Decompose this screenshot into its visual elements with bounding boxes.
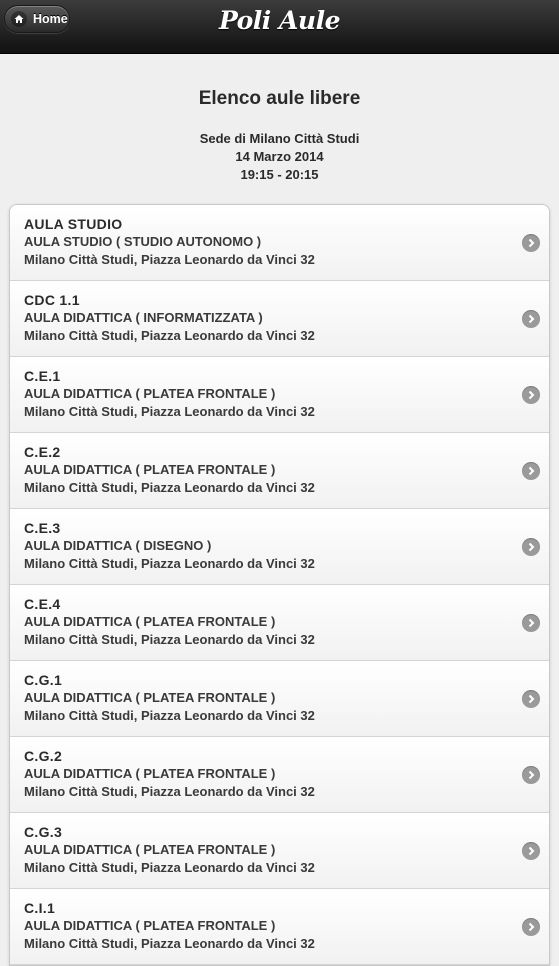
room-address: Milano Città Studi, Piazza Leonardo da V… (24, 328, 315, 343)
room-name: C.E.3 (24, 520, 61, 536)
room-address: Milano Città Studi, Piazza Leonardo da V… (24, 784, 315, 799)
room-list-item[interactable]: AULA STUDIO AULA STUDIO ( STUDIO AUTONOMO… (10, 205, 549, 281)
room-list-item[interactable]: C.E.2 AULA DIDATTICA ( PLATEA FRONTALE ) M… (10, 433, 549, 509)
page-title: Elenco aule libere (198, 88, 361, 109)
room-name: C.E.1 (24, 368, 61, 384)
chevron-right-icon (522, 614, 540, 632)
room-name: C.E.2 (24, 444, 61, 460)
room-address: Milano Città Studi, Piazza Leonardo da V… (24, 480, 315, 495)
room-list-item[interactable]: C.I.1 AULA DIDATTICA ( PLATEA FRONTALE ) M… (10, 889, 549, 965)
room-list-item[interactable]: C.G.3 AULA DIDATTICA ( PLATEA FRONTALE ) M… (10, 813, 549, 889)
chevron-right-icon (522, 462, 540, 480)
room-name: C.G.2 (24, 748, 63, 764)
room-type: AULA DIDATTICA ( PLATEA FRONTALE ) (24, 842, 276, 857)
date-label: 14 Marzo 2014 (235, 149, 324, 164)
room-list-item[interactable]: C.E.4 AULA DIDATTICA ( PLATEA FRONTALE ) M… (10, 585, 549, 661)
room-type: AULA DIDATTICA ( PLATEA FRONTALE ) (24, 614, 276, 629)
room-type: AULA DIDATTICA ( INFORMATIZZATA ) (24, 310, 263, 325)
room-address: Milano Città Studi, Piazza Leonardo da V… (24, 556, 315, 571)
room-type: AULA DIDATTICA ( DISEGNO ) (24, 538, 212, 553)
room-type: AULA DIDATTICA ( PLATEA FRONTALE ) (24, 766, 276, 781)
app-title: Poli Aule (219, 6, 340, 35)
chevron-right-icon (522, 310, 540, 328)
room-address: Milano Città Studi, Piazza Leonardo da V… (24, 632, 315, 647)
room-list-item[interactable]: CDC 1.1 AULA DIDATTICA ( INFORMATIZZATA )… (10, 281, 549, 357)
room-name: C.I.1 (24, 900, 56, 916)
time-range-label: 19:15 - 20:15 (240, 167, 319, 182)
chevron-right-icon (522, 538, 540, 556)
room-list-item[interactable]: C.E.1 AULA DIDATTICA ( PLATEA FRONTALE ) M… (10, 357, 549, 433)
chevron-right-icon (522, 766, 540, 784)
room-list-item[interactable]: C.G.2 AULA DIDATTICA ( PLATEA FRONTALE ) M… (10, 737, 549, 813)
room-name: C.G.1 (24, 672, 63, 688)
room-name: AULA STUDIO (24, 216, 123, 232)
room-list: AULA STUDIO AULA STUDIO ( STUDIO AUTONOMO… (9, 204, 550, 966)
chevron-right-icon (522, 690, 540, 708)
room-type: AULA DIDATTICA ( PLATEA FRONTALE ) (24, 386, 276, 401)
chevron-right-icon (522, 842, 540, 860)
room-address: Milano Città Studi, Piazza Leonardo da V… (24, 708, 315, 723)
room-address: Milano Città Studi, Piazza Leonardo da V… (24, 936, 315, 951)
chevron-right-icon (522, 234, 540, 252)
room-type: AULA DIDATTICA ( PLATEA FRONTALE ) (24, 462, 276, 477)
room-name: CDC 1.1 (24, 292, 80, 308)
room-type: AULA DIDATTICA ( PLATEA FRONTALE ) (24, 690, 276, 705)
room-address: Milano Città Studi, Piazza Leonardo da V… (24, 860, 315, 875)
room-name: C.E.4 (24, 596, 61, 612)
room-list-item[interactable]: C.G.1 AULA DIDATTICA ( PLATEA FRONTALE ) M… (10, 661, 549, 737)
room-type: AULA STUDIO ( STUDIO AUTONOMO ) (24, 234, 262, 249)
room-address: Milano Città Studi, Piazza Leonardo da V… (24, 252, 315, 267)
campus-label: Sede di Milano Città Studi (199, 131, 360, 146)
room-list-item[interactable]: C.E.3 AULA DIDATTICA ( DISEGNO ) Milano Ci… (10, 509, 549, 585)
chevron-right-icon (522, 386, 540, 404)
chevron-right-icon (522, 918, 540, 936)
room-name: C.G.3 (24, 824, 63, 840)
app-header: Home Poli Aule (0, 0, 559, 54)
room-type: AULA DIDATTICA ( PLATEA FRONTALE ) (24, 918, 276, 933)
room-address: Milano Città Studi, Piazza Leonardo da V… (24, 404, 315, 419)
